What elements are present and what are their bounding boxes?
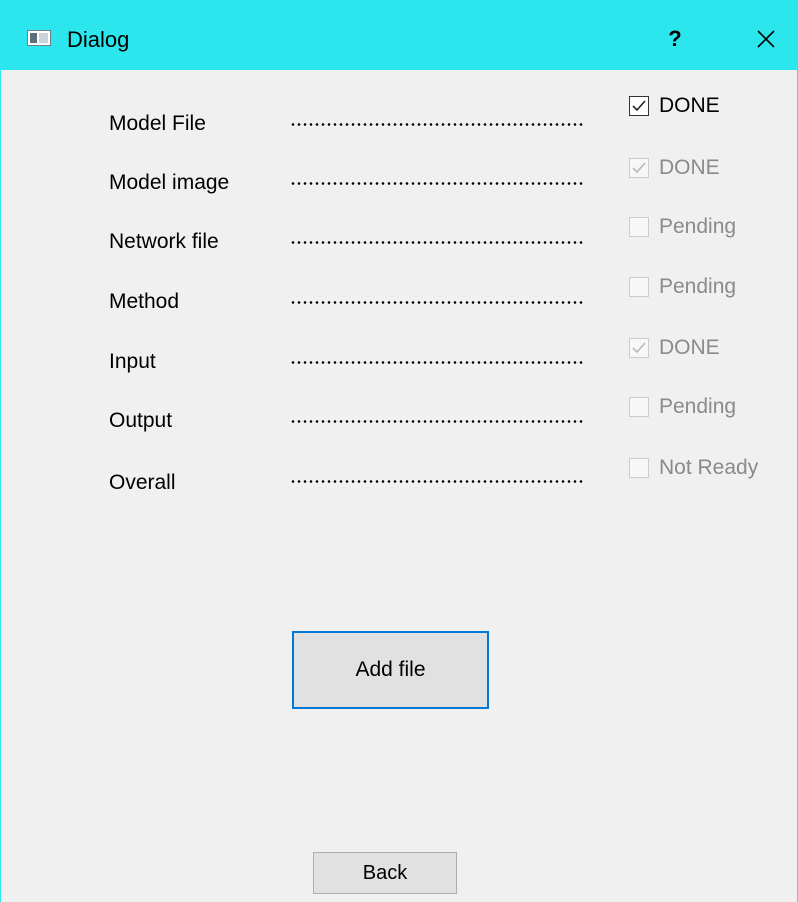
checkbox-box	[629, 338, 649, 358]
window-title: Dialog	[67, 27, 130, 52]
dotted-leader	[290, 480, 583, 483]
checkbox-box	[629, 397, 649, 417]
label-model-file: Model File	[109, 112, 206, 135]
status-text: Pending	[659, 395, 737, 418]
checkbox-box	[629, 217, 649, 237]
status-checkbox-output: Pending	[629, 394, 736, 420]
window-icon	[27, 30, 51, 46]
status-text: Pending	[659, 275, 737, 298]
close-button[interactable]	[749, 22, 783, 56]
status-text: Not Ready	[659, 456, 759, 479]
label-model-image: Model image	[109, 171, 230, 194]
checkbox-box[interactable]	[629, 96, 649, 116]
checkmark-icon	[632, 342, 646, 354]
status-text: DONE	[659, 336, 720, 359]
label-input: Input	[109, 350, 156, 373]
dotted-leader	[290, 123, 583, 126]
dotted-leader	[290, 241, 583, 244]
dotted-leader	[290, 420, 583, 423]
label-network-file: Network file	[109, 230, 219, 253]
back-button[interactable]: Back	[313, 852, 457, 894]
label-output: Output	[109, 409, 173, 432]
add-file-button[interactable]: Add file	[292, 631, 489, 709]
close-icon	[757, 30, 775, 48]
dotted-leader	[290, 182, 583, 185]
status-checkbox-method: Pending	[629, 274, 736, 300]
checkmark-icon	[632, 162, 646, 174]
checkmark-icon	[632, 100, 646, 112]
checkbox-box	[629, 277, 649, 297]
status-text: Pending	[659, 215, 737, 238]
status-checkbox-network-file: Pending	[629, 214, 736, 240]
label-overall: Overall	[109, 471, 176, 494]
status-text: DONE	[659, 94, 720, 117]
dialog-window: Dialog ? Model File DONE Model image DON…	[0, 0, 798, 902]
status-checkbox-model-image: DONE	[629, 155, 720, 181]
checkbox-box	[629, 158, 649, 178]
status-checkbox-input: DONE	[629, 335, 720, 361]
status-checkbox-model-file[interactable]: DONE	[629, 93, 720, 119]
dotted-leader	[290, 301, 583, 304]
dotted-leader	[290, 361, 583, 364]
label-method: Method	[109, 290, 180, 313]
status-text: DONE	[659, 156, 720, 179]
status-checkbox-overall: Not Ready	[629, 455, 758, 481]
checkbox-box	[629, 458, 649, 478]
help-button[interactable]: ?	[663, 22, 687, 56]
title-bar[interactable]: Dialog ?	[1, 0, 798, 70]
